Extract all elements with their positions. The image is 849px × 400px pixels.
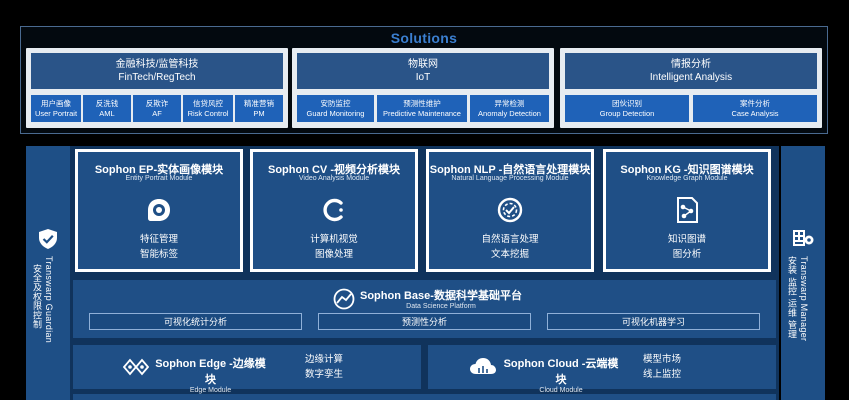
solution-item-en: Case Analysis — [731, 108, 779, 118]
solution-item-en: PM — [253, 108, 265, 118]
cloud-subtitle: Cloud Module — [539, 387, 583, 394]
guardian-label-cn: 安全及权限控制 — [32, 264, 42, 330]
solution-item-en: Predictive Maintenance — [383, 108, 461, 118]
edge-feature: 数字孪生 — [305, 369, 344, 380]
solution-group-header: 金融科技/监管科技 FinTech/RegTech — [31, 53, 283, 89]
solution-item-en: Guard Monitoring — [306, 108, 365, 118]
solution-group-header: 物联网 IoT — [297, 53, 549, 89]
base-feature-box: 预测性分析 — [318, 313, 531, 330]
base-subtitle: Data Science Platform — [406, 303, 476, 310]
module-feature: 图像处理 — [314, 249, 353, 260]
module-subtitle: Entity Portrait Module — [125, 175, 193, 182]
solution-group-header: 情报分析 Intelligent Analysis — [565, 53, 817, 89]
solution-item-cn: 预测性维护 — [403, 98, 441, 108]
solutions-title: Solutions — [390, 30, 458, 46]
group-title-en: IoT — [415, 72, 431, 83]
solution-item: 反欺诈 AF — [133, 95, 181, 122]
data-science-icon — [333, 288, 355, 309]
solution-item-cn: 反欺诈 — [145, 98, 169, 108]
base-header: Sophon Base-数据科学基础平台 Data Science Platfo… — [333, 287, 522, 310]
solution-group-intelligent-analysis: 情报分析 Intelligent Analysis 团伙识别 Group Det… — [560, 48, 822, 128]
edge-icon — [123, 358, 149, 376]
solution-item: 反洗钱 AML — [83, 95, 131, 122]
solution-item-cn: 团伙识别 — [612, 98, 642, 108]
edge-subtitle: Edge Module — [189, 387, 232, 394]
solution-item-en: AML — [99, 108, 115, 118]
module-kg: Sophon KG -知识图谱模块 Knowledge Graph Module… — [603, 149, 771, 272]
module-feature: 图分析 — [672, 249, 702, 260]
group-title-cn: 情报分析 — [671, 59, 711, 70]
solution-item: 预测性维护 Predictive Maintenance — [377, 95, 467, 122]
module-feature: 智能标签 — [139, 249, 178, 260]
nlp-icon — [497, 197, 523, 223]
solution-item-en: Group Detection — [599, 108, 655, 118]
cloud-feature: 线上监控 — [643, 369, 682, 380]
solution-item: 团伙识别 Group Detection — [565, 95, 689, 122]
solution-item: 案件分析 Case Analysis — [693, 95, 817, 122]
manager-label-cn: 安装 监控 运维 管理 — [787, 256, 797, 339]
portrait-icon — [148, 199, 170, 221]
module-feature: 自然语言处理 — [481, 234, 539, 245]
solution-item-cn: 信贷风控 — [193, 98, 223, 108]
manager-grid-icon — [793, 230, 814, 246]
shield-check-icon — [39, 229, 57, 249]
module-cloud: Sophon Cloud -云端模块 Cloud Module 模型市场 线上监… — [428, 345, 776, 394]
module-nlp: Sophon NLP -自然语言处理模块 Natural Language Pr… — [426, 149, 594, 272]
module-subtitle: Natural Language Processing Module — [451, 175, 569, 182]
module-cv: Sophon CV -视频分析模块 Video Analysis Module … — [250, 149, 418, 272]
cloud-features: 模型市场 线上监控 — [643, 352, 681, 382]
knowledge-graph-icon — [677, 197, 698, 223]
cloud-feature: 模型市场 — [643, 354, 682, 365]
solution-item-en: User Portrait — [34, 108, 78, 118]
solution-item-cn: 异常检测 — [494, 98, 525, 108]
solution-item: 信贷风控 Risk Control — [183, 95, 233, 122]
edge-features: 边缘计算 数字孪生 — [305, 352, 343, 382]
cloud-title: Sophon Cloud -云端模块 — [503, 358, 619, 386]
solution-item: 精准营销 PM — [235, 95, 283, 122]
bottom-layer-strip — [73, 394, 776, 400]
module-feature: 特征管理 — [139, 234, 178, 245]
manager-label-en: Transwarp Manager — [799, 256, 809, 342]
solution-item-en: Anomaly Detection — [478, 108, 541, 118]
module-feature: 知识图谱 — [667, 234, 706, 245]
solution-item: 异常检测 Anomaly Detection — [470, 95, 549, 122]
solution-group-fintech: 金融科技/监管科技 FinTech/RegTech 用户画像 User Port… — [26, 48, 288, 128]
solution-group-iot: 物联网 IoT 安防监控 Guard Monitoring 预测性维护 Pred… — [292, 48, 554, 128]
manager-side-panel: Transwarp Manager 安装 监控 运维 管理 — [781, 146, 825, 400]
cv-icon — [323, 198, 343, 222]
base-title: Sophon Base-数据科学基础平台 — [360, 290, 522, 302]
edge-header: Sophon Edge -边缘模块 Edge Module — [153, 355, 268, 394]
solution-item-cn: 用户画像 — [41, 98, 71, 108]
solution-item-en: AF — [152, 108, 162, 118]
solution-item-en: Risk Control — [187, 108, 229, 118]
module-subtitle: Video Analysis Module — [298, 175, 370, 182]
guardian-side-panel: Transwarp Guardian 安全及权限控制 — [26, 146, 70, 400]
cloud-header: Sophon Cloud -云端模块 Cloud Module — [500, 355, 622, 394]
solution-item-cn: 反洗钱 — [95, 98, 119, 108]
solution-item: 用户画像 User Portrait — [31, 95, 81, 122]
module-edge: Sophon Edge -边缘模块 Edge Module 边缘计算 数字孪生 — [73, 345, 421, 394]
group-title-en: FinTech/RegTech — [118, 72, 196, 83]
module-subtitle: Knowledge Graph Module — [646, 175, 728, 182]
group-title-en: Intelligent Analysis — [649, 72, 733, 83]
edge-feature: 边缘计算 — [305, 354, 344, 365]
guardian-label-en: Transwarp Guardian — [44, 256, 54, 344]
base-feature-box: 可视化机器学习 — [547, 313, 760, 330]
solution-item-cn: 精准营销 — [244, 98, 274, 108]
solution-item-cn: 案件分析 — [740, 98, 770, 108]
module-feature: 计算机视觉 — [310, 234, 358, 245]
base-feature-box: 可视化统计分析 — [89, 313, 302, 330]
edge-title: Sophon Edge -边缘模块 — [155, 358, 266, 386]
solution-item: 安防监控 Guard Monitoring — [297, 95, 374, 122]
solution-item-cn: 安防监控 — [320, 98, 351, 108]
cloud-icon — [470, 358, 496, 374]
group-title-cn: 金融科技/监管科技 — [115, 59, 199, 70]
group-title-cn: 物联网 — [408, 59, 438, 70]
module-ep: Sophon EP-实体画像模块 Entity Portrait Module … — [75, 149, 243, 272]
module-feature: 文本挖掘 — [490, 249, 529, 260]
